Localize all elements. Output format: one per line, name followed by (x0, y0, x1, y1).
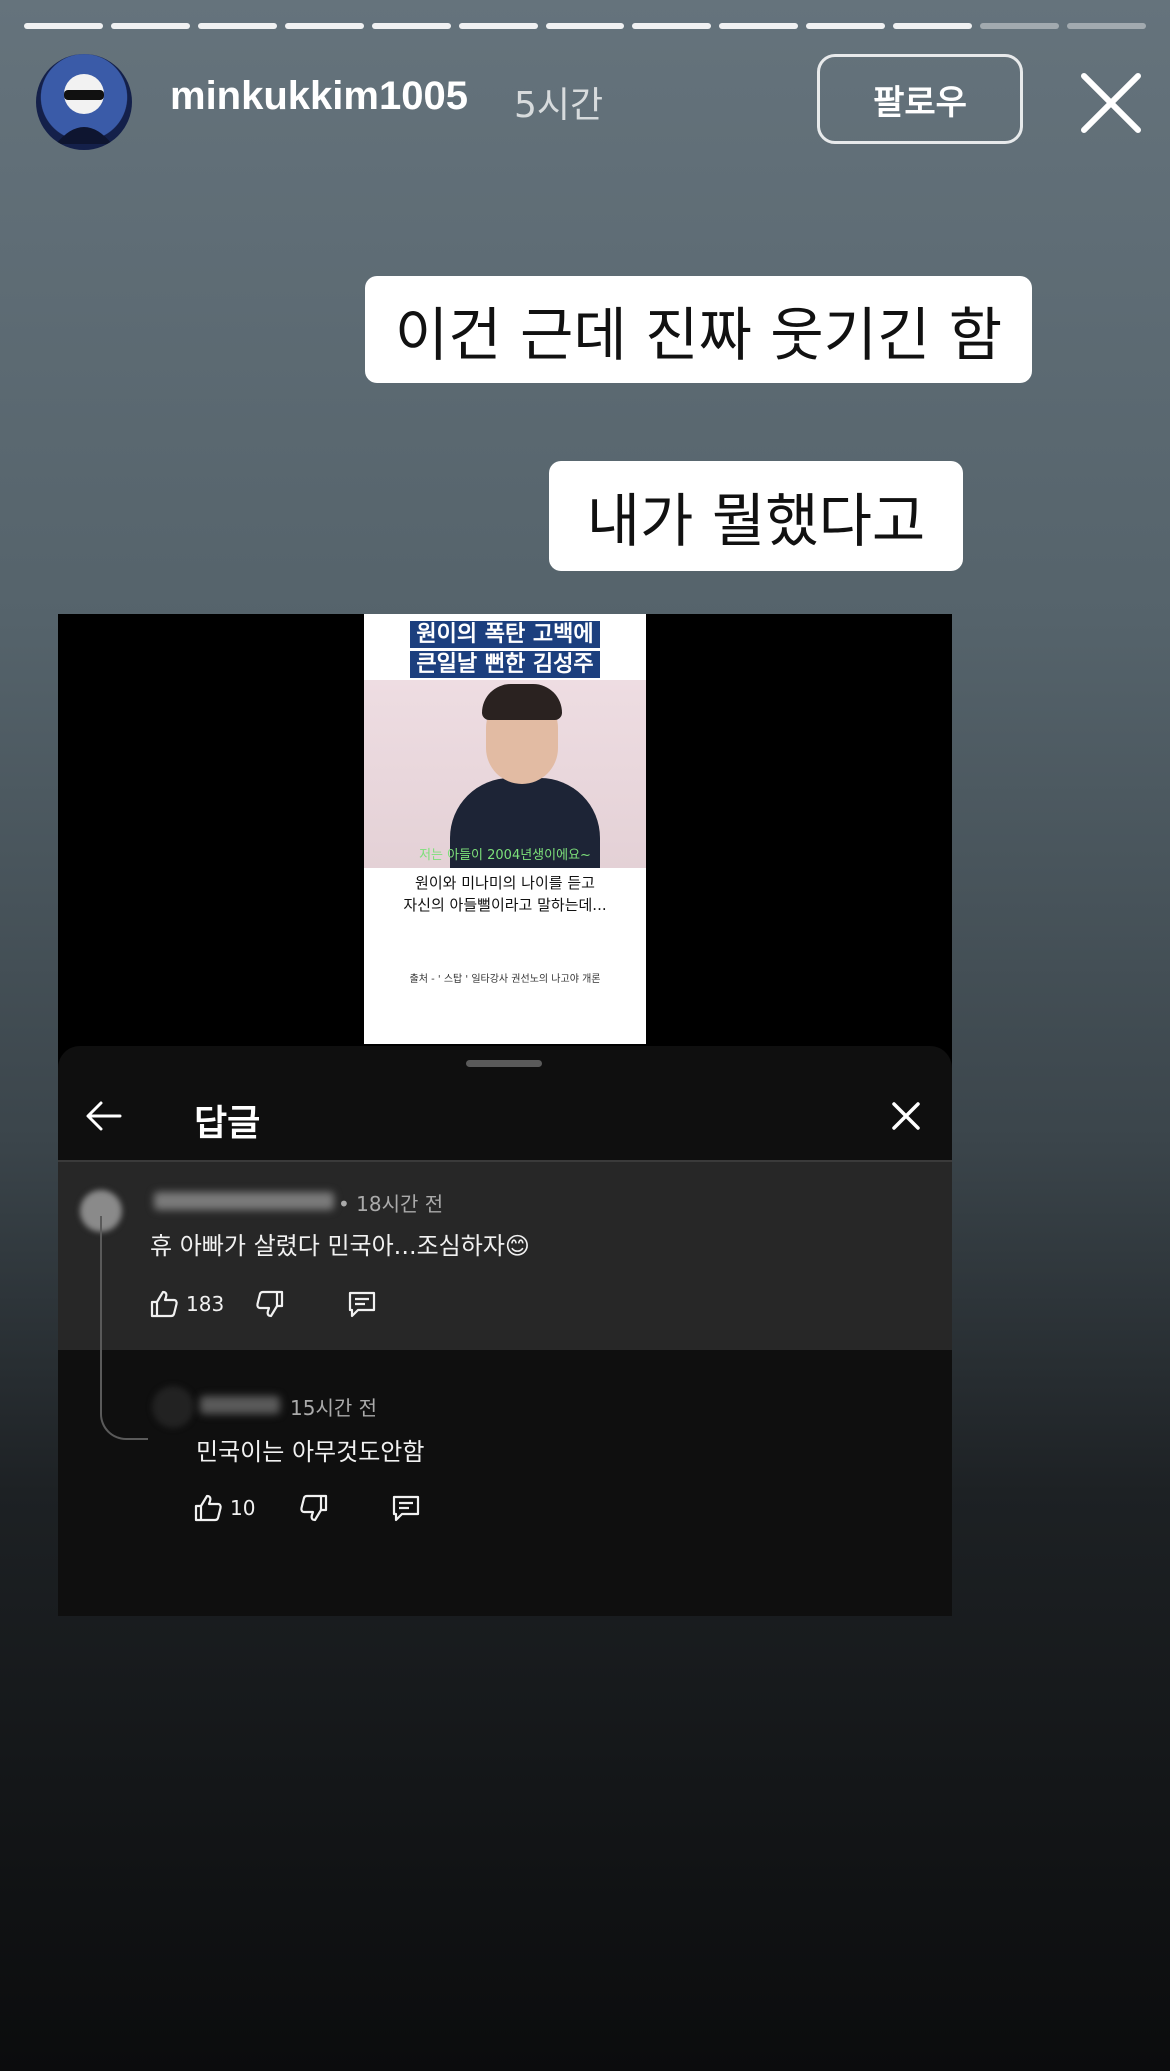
follow-button[interactable]: 팔로우 (817, 54, 1023, 144)
commenter-name-blurred[interactable] (154, 1192, 334, 1210)
video-caption-line: 자신의 아들뻘이라고 말하는데... (403, 896, 607, 914)
reply-time: 15시간 전 (290, 1396, 378, 1420)
progress-segment (284, 23, 364, 29)
post-time: 5시간 (514, 85, 604, 126)
video-thumbnail[interactable]: 원이의 폭탄 고백에 큰일날 뻔한 김성주 저는 아들이 2004년생이에요~ … (364, 614, 646, 1044)
like-count: 183 (186, 1292, 225, 1316)
story-header: minkukkim1005 5시간 팔로우 (36, 54, 1146, 150)
video-title-line: 원이의 폭탄 고백에 (410, 621, 600, 648)
comment-text: 휴 아빠가 살렸다 민국아...조심하자😊 (150, 1232, 530, 1260)
video-photo: 저는 아들이 2004년생이에요~ (364, 680, 646, 868)
close-icon[interactable] (1076, 68, 1146, 138)
story-caption: 내가 뭘했다고 (549, 461, 963, 571)
progress-segment (110, 23, 190, 29)
dislike-icon[interactable] (298, 1492, 330, 1524)
profile-avatar[interactable] (36, 54, 132, 150)
video-subtitle: 저는 아들이 2004년생이에요~ (419, 848, 591, 863)
like-icon[interactable] (192, 1492, 224, 1524)
drag-handle[interactable] (466, 1060, 542, 1067)
story-progress-bar (24, 23, 1146, 29)
progress-segment (371, 23, 451, 29)
close-icon[interactable] (890, 1100, 922, 1132)
video-caption-line: 원이와 미나미의 나이를 듣고 (415, 874, 595, 892)
person-hair (482, 684, 562, 720)
parent-comment: • 18시간 전 휴 아빠가 살렸다 민국아...조심하자😊 183 (58, 1162, 952, 1350)
embedded-screenshot: 원이의 폭탄 고백에 큰일날 뻔한 김성주 저는 아들이 2004년생이에요~ … (58, 614, 952, 1616)
progress-segment (545, 23, 625, 29)
like-count: 10 (230, 1496, 256, 1520)
progress-segment (632, 23, 712, 29)
video-title-line: 큰일날 뻔한 김성주 (410, 651, 600, 678)
reply-icon[interactable] (346, 1288, 378, 1320)
comment-time: • 18시간 전 (338, 1192, 444, 1216)
reply-name-blurred[interactable] (200, 1396, 280, 1414)
progress-segment (893, 23, 973, 29)
progress-segment (458, 23, 538, 29)
story-caption: 이건 근데 진짜 웃기긴 함 (365, 276, 1032, 383)
video-title-area: 원이의 폭탄 고백에 큰일날 뻔한 김성주 (364, 614, 646, 680)
progress-segment (197, 23, 277, 29)
reply-avatar[interactable] (152, 1386, 194, 1428)
progress-segment (24, 23, 103, 29)
like-icon[interactable] (148, 1288, 180, 1320)
dislike-icon[interactable] (254, 1288, 286, 1320)
progress-segment (1067, 23, 1146, 29)
reply-icon[interactable] (390, 1492, 422, 1524)
thread-line (100, 1216, 148, 1440)
reply-text: 민국이는 아무것도안함 (196, 1438, 425, 1466)
progress-segment (806, 23, 886, 29)
video-source: 출처 - ' 스탑 ' 일타강사 권선노의 나고야 개론 (409, 974, 601, 985)
back-arrow-icon[interactable] (84, 1098, 124, 1134)
progress-segment (719, 23, 799, 29)
sheet-title: 답글 (194, 1103, 261, 1144)
progress-segment (980, 23, 1060, 29)
username[interactable]: minkukkim1005 (170, 74, 468, 119)
replies-sheet: 답글 • 18시간 전 휴 아빠가 살렸다 민국아...조심하자😊 183 15… (58, 1046, 952, 1616)
